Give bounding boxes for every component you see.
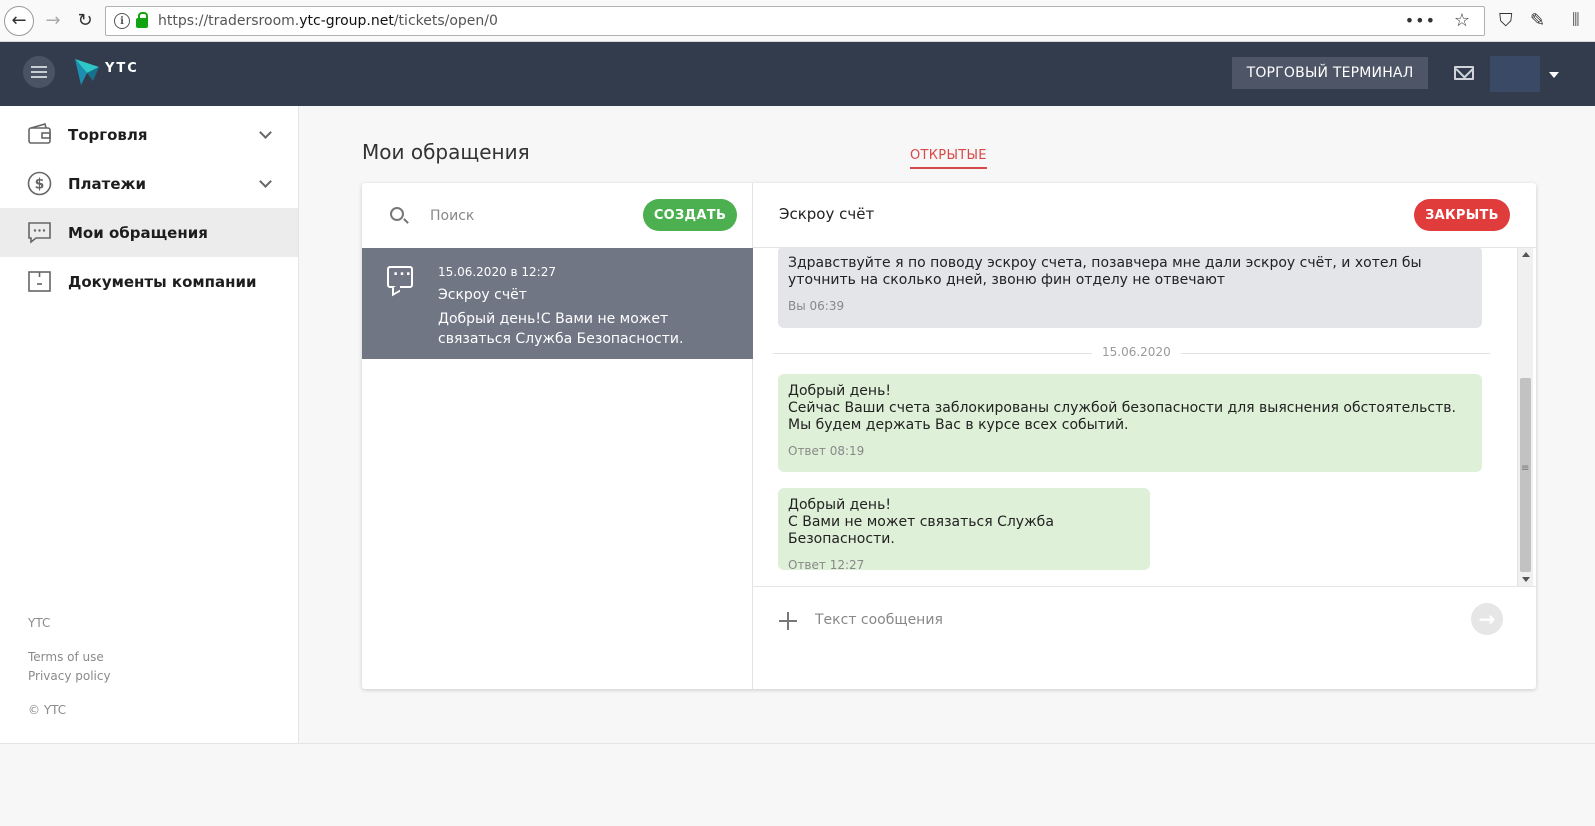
chat-title: Эскроу счёт (779, 205, 875, 223)
app-header: YTC ТОРГОВЫЙ ТЕРМИНАЛ (0, 42, 1595, 106)
terms-link[interactable]: Terms of use (28, 648, 104, 667)
sidebar-item-label: Мои обращения (68, 223, 208, 242)
logo-mark-icon (75, 59, 99, 85)
chevron-down-icon[interactable] (1549, 72, 1559, 78)
message-time: Вы 06:39 (788, 299, 845, 313)
message-text: С Вами не может связаться Служба Безопас… (788, 514, 1054, 547)
ticket-list-item[interactable]: 15.06.2020 в 12:27 Эскроу счёт Добрый де… (362, 248, 753, 359)
scroll-thumb[interactable] (1520, 378, 1531, 572)
chat-icon (387, 263, 413, 288)
document-icon (28, 271, 51, 292)
menu-icon[interactable] (23, 56, 55, 88)
message-time: Ответ 08:19 (788, 444, 865, 458)
page-footer-band (0, 743, 1595, 826)
create-ticket-button[interactable]: СОЗДАТЬ (643, 199, 737, 231)
ticket-title: Эскроу счёт (438, 287, 527, 303)
library-icon[interactable]: ⫴ (1572, 10, 1580, 31)
attach-plus-icon[interactable] (779, 612, 797, 630)
shield-icon[interactable]: ⛉ (1499, 10, 1513, 31)
privacy-link[interactable]: Privacy policy (28, 667, 111, 686)
chat-header: Эскроу счёт ЗАКРЫТЬ (753, 183, 1536, 248)
message-input[interactable] (815, 608, 1415, 632)
extension-icon[interactable]: ✎ (1530, 10, 1545, 31)
scroll-up-icon[interactable] (1522, 252, 1530, 257)
tab-open[interactable]: ОТКРЫТЫЕ (910, 148, 987, 169)
url-text[interactable]: https://tradersroom.ytc-group.net/ticket… (158, 13, 498, 29)
dollar-icon: $ (27, 171, 52, 196)
bookmark-star-icon[interactable]: ☆ (1454, 10, 1470, 31)
scroll-down-icon[interactable] (1522, 577, 1530, 582)
sidebar-item-payments[interactable]: $ Платежи (0, 159, 298, 208)
message-text-line: Добрый день! (788, 497, 891, 513)
ticket-date: 15.06.2020 в 12:27 (438, 265, 556, 279)
close-ticket-button[interactable]: ЗАКРЫТЬ (1414, 199, 1510, 231)
message-composer: → (753, 586, 1536, 689)
forward-icon[interactable]: → (40, 8, 66, 34)
chat-icon (28, 222, 51, 244)
search-row: СОЗДАТЬ (362, 183, 753, 248)
chevron-down-icon[interactable] (259, 175, 272, 188)
back-icon[interactable]: ← (4, 5, 34, 36)
trading-terminal-button[interactable]: ТОРГОВЫЙ ТЕРМИНАЛ (1232, 57, 1428, 89)
sidebar-item-trading[interactable]: Торговля (0, 110, 298, 159)
sidebar-item-label: Платежи (68, 174, 146, 193)
tickets-card: СОЗДАТЬ 15.06.2020 в 12:27 Эскроу счёт Д… (362, 183, 1536, 689)
sidebar-item-tickets[interactable]: Мои обращения (0, 208, 298, 257)
lock-icon (136, 12, 148, 28)
date-separator-label: 15.06.2020 (1092, 345, 1181, 359)
page-actions-icon[interactable]: ••• (1405, 11, 1436, 30)
reload-icon[interactable]: ↻ (72, 8, 98, 34)
message-text-line: Добрый день! (788, 383, 891, 399)
message-bubble-reply: Добрый день! С Вами не может связаться С… (778, 488, 1150, 572)
sidebar-item-documents[interactable]: Документы компании (0, 257, 298, 306)
chat-scrollbar[interactable] (1517, 248, 1533, 586)
message-text: Сейчас Ваши счета заблокированы службой … (788, 400, 1456, 433)
message-text: Здравствуйте я по поводу эскроу счета, п… (788, 255, 1422, 288)
svg-text:$: $ (35, 177, 45, 193)
info-icon[interactable]: i (114, 13, 130, 29)
search-input[interactable] (430, 205, 610, 227)
browser-toolbar: ← → ↻ i https://tradersroom.ytc-group.ne… (0, 0, 1595, 42)
sidebar: Торговля $ Платежи Мои обращения Докумен… (0, 106, 299, 743)
send-arrow-icon[interactable]: → (1471, 603, 1503, 635)
address-bar[interactable]: i https://tradersroom.ytc-group.net/tick… (105, 6, 1485, 36)
page-title: Мои обращения (362, 140, 530, 164)
chevron-down-icon[interactable] (259, 126, 272, 139)
mail-icon[interactable] (1454, 66, 1474, 80)
message-list[interactable]: Здравствуйте я по поводу эскроу счета, п… (753, 248, 1536, 586)
message-bubble-user: Здравствуйте я по поводу эскроу счета, п… (778, 248, 1482, 328)
wallet-icon (28, 123, 51, 144)
footer-brand: YTC (28, 616, 51, 630)
ticket-preview: Добрый день!С Вами не может связаться Сл… (438, 311, 684, 347)
chat-pane: Эскроу счёт ЗАКРЫТЬ Здравствуйте я по по… (753, 183, 1536, 689)
avatar[interactable] (1490, 56, 1540, 92)
message-time: Ответ 12:27 (788, 558, 865, 572)
ticket-list-pane: СОЗДАТЬ 15.06.2020 в 12:27 Эскроу счёт Д… (362, 183, 753, 689)
search-icon[interactable] (390, 207, 404, 221)
sidebar-item-label: Документы компании (68, 272, 257, 291)
message-bubble-reply: Добрый день! Сейчас Ваши счета заблокиро… (778, 374, 1482, 472)
logo-text: YTC (105, 60, 139, 76)
logo[interactable]: YTC (73, 55, 153, 89)
sidebar-item-label: Торговля (68, 125, 148, 144)
copyright: © YTC (28, 703, 67, 717)
